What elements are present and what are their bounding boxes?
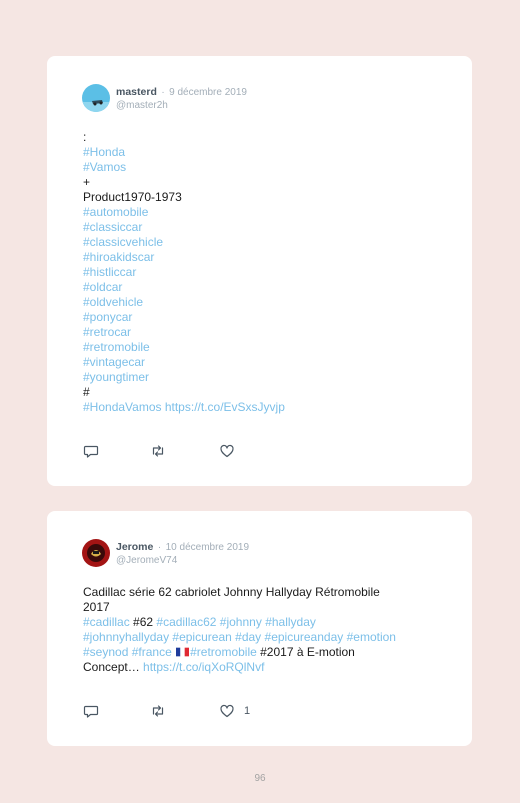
tweet-text: : #Honda #Vamos + Product1970-1973 #automobil… <box>83 130 443 415</box>
user-handle[interactable]: @master2h <box>116 99 247 112</box>
hashtag-link[interactable]: #retromobile <box>83 340 150 354</box>
avatar[interactable] <box>82 84 110 112</box>
hashtag-link[interactable]: #oldvehicle <box>83 295 143 309</box>
url-link[interactable]: https://t.co/iqXoRQlNvf <box>143 660 264 674</box>
tweet-line: #ponycar <box>83 310 443 325</box>
tweet-text-segment: Cadillac série 62 cabriolet Johnny Hally… <box>83 585 380 599</box>
tweet-line: #johnnyhallyday #epicurean #day #epicure… <box>83 630 443 645</box>
tweet-line: Concept… https://t.co/iqXoRQlNvf <box>83 660 443 675</box>
heart-icon <box>219 703 235 719</box>
tweet-line: #automobile <box>83 205 443 220</box>
hashtag-link[interactable]: #emotion <box>347 630 396 644</box>
url-link[interactable]: https://t.co/EvSxsJyvjp <box>165 400 285 414</box>
username[interactable]: masterd <box>116 86 157 98</box>
tweet-date[interactable]: 10 décembre 2019 <box>166 542 249 553</box>
tweet-line: #oldcar <box>83 280 443 295</box>
hashtag-link[interactable]: #histliccar <box>83 265 136 279</box>
tweet-line: #retromobile <box>83 340 443 355</box>
france-flag-icon <box>176 646 190 657</box>
hashtag-link[interactable]: #hallyday <box>265 615 316 629</box>
tweet-card: masterd · 9 décembre 2019 @master2h : #Ho… <box>47 56 472 486</box>
hashtag-link[interactable]: #oldcar <box>83 280 122 294</box>
separator: · <box>157 542 162 553</box>
tweet-line: #youngtimer <box>83 370 443 385</box>
reply-icon <box>83 703 99 719</box>
tweet-line: #classiccar <box>83 220 443 235</box>
tweet-text-segment: 2017 <box>83 600 110 614</box>
tweet-line: # <box>83 385 443 400</box>
tweet-actions: 1 <box>83 703 283 719</box>
hashtag-link[interactable]: #day <box>235 630 261 644</box>
hashtag-link[interactable]: #retrocar <box>83 325 131 339</box>
tweet-line: 2017 <box>83 600 443 615</box>
avatar[interactable] <box>82 539 110 567</box>
hashtag-link[interactable]: #seynod <box>83 645 128 659</box>
heart-icon <box>219 443 235 459</box>
tweet-line: #histliccar <box>83 265 443 280</box>
tweet-line: #HondaVamos https://t.co/EvSxsJyvjp <box>83 400 443 415</box>
like-button[interactable] <box>219 443 244 459</box>
tweet-actions <box>83 443 283 459</box>
retweet-button[interactable] <box>150 443 166 459</box>
hashtag-link[interactable]: #classicvehicle <box>83 235 163 249</box>
hashtag-link[interactable]: #Vamos <box>83 160 126 174</box>
hashtag-link[interactable]: #youngtimer <box>83 370 149 384</box>
tweet-text-segment: Product1970-1973 <box>83 190 182 204</box>
like-button[interactable]: 1 <box>219 703 250 719</box>
user-handle[interactable]: @JeromeV74 <box>116 554 249 567</box>
hashtag-link[interactable]: #johnny <box>220 615 262 629</box>
hashtag-link[interactable]: #epicurean <box>172 630 231 644</box>
tweet-text-segment: + <box>83 175 91 189</box>
tweet-line: #retrocar <box>83 325 443 340</box>
tweet-header: Jerome · 10 décembre 2019 @JeromeV74 <box>116 539 249 567</box>
tweet-line: Cadillac série 62 cabriolet Johnny Hally… <box>83 585 443 600</box>
tweet-text-segment: : <box>83 130 87 144</box>
hashtag-link[interactable]: #automobile <box>83 205 148 219</box>
hashtag-link[interactable]: #france <box>132 645 172 659</box>
reply-button[interactable] <box>83 703 99 719</box>
tweet-line: Product1970-1973 <box>83 190 443 205</box>
hashtag-link[interactable]: #classiccar <box>83 220 142 234</box>
tweet-text-segment: #2017 à E-motion <box>256 645 355 659</box>
tweet-date[interactable]: 9 décembre 2019 <box>169 87 247 98</box>
tweet-text-segment <box>172 645 175 659</box>
tweet-line: #classicvehicle <box>83 235 443 250</box>
hashtag-link[interactable]: #retromobile <box>190 645 257 659</box>
tweet-line: #Vamos <box>83 160 443 175</box>
tweet-text-segment: Concept… <box>83 660 144 674</box>
hashtag-link[interactable]: #HondaVamos <box>83 400 162 414</box>
retweet-icon <box>150 443 166 459</box>
hashtag-link[interactable]: #epicureanday <box>265 630 344 644</box>
hashtag-link[interactable]: #cadillac62 <box>156 615 216 629</box>
tweet-line: : <box>83 130 443 145</box>
tweet-line: #seynod #france #retromobile #2017 à E-m… <box>83 645 443 660</box>
page-number: 96 <box>254 773 266 784</box>
hashtag-link[interactable]: #cadillac <box>83 615 130 629</box>
tweet-text-segment: # <box>83 385 90 399</box>
tweet-line: #oldvehicle <box>83 295 443 310</box>
reply-button[interactable] <box>83 443 99 459</box>
tweet-card: Jerome · 10 décembre 2019 @JeromeV74 Cad… <box>47 511 472 746</box>
hashtag-link[interactable]: #hiroakidscar <box>83 250 154 264</box>
tweet-line: #hiroakidscar <box>83 250 443 265</box>
tweet-line: #cadillac #62 #cadillac62 #johnny #hally… <box>83 615 443 630</box>
username[interactable]: Jerome <box>116 541 153 553</box>
retweet-icon <box>150 703 166 719</box>
tweet-text: Cadillac série 62 cabriolet Johnny Hally… <box>83 585 443 675</box>
hashtag-link[interactable]: #Honda <box>83 145 125 159</box>
hashtag-link[interactable]: #ponycar <box>83 310 132 324</box>
reply-icon <box>83 443 99 459</box>
tweet-line: #Honda <box>83 145 443 160</box>
tweet-header: masterd · 9 décembre 2019 @master2h <box>116 84 247 112</box>
hashtag-link[interactable]: #vintagecar <box>83 355 145 369</box>
separator: · <box>161 87 165 98</box>
tweet-text-segment: #62 <box>129 615 157 629</box>
hashtag-link[interactable]: #johnnyhallyday <box>83 630 169 644</box>
retweet-button[interactable] <box>150 703 166 719</box>
tweet-line: #vintagecar <box>83 355 443 370</box>
tweet-line: + <box>83 175 443 190</box>
like-count: 1 <box>244 705 251 717</box>
